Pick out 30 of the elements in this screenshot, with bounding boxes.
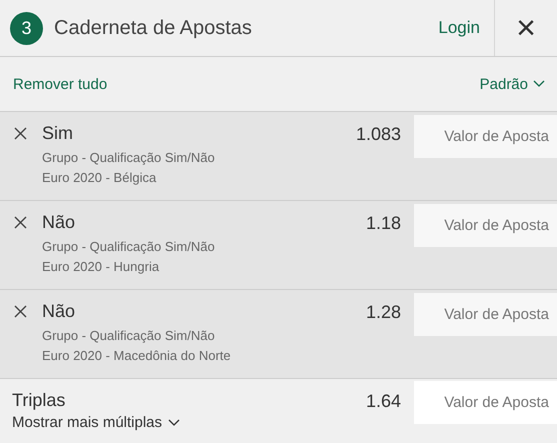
slip-title: Caderneta de Apostas bbox=[54, 16, 253, 40]
odds-value: 1.083 bbox=[356, 124, 401, 145]
selection-name: Sim bbox=[42, 123, 74, 144]
close-button[interactable]: × bbox=[516, 11, 536, 45]
sort-dropdown[interactable]: Padrão bbox=[480, 76, 545, 92]
odds-value: 1.64 bbox=[366, 391, 401, 412]
remove-icon[interactable] bbox=[14, 127, 27, 140]
chevron-down-icon bbox=[168, 418, 180, 426]
event-name: Euro 2020 - Bélgica bbox=[42, 169, 158, 187]
event-name: Euro 2020 - Hungria bbox=[42, 258, 160, 276]
remove-icon[interactable] bbox=[14, 216, 27, 229]
odds-value: 1.18 bbox=[366, 213, 401, 234]
show-more-link[interactable]: Mostrar mais múltiplas bbox=[12, 414, 366, 431]
selection-name: Não bbox=[42, 212, 76, 233]
odds-value: 1.28 bbox=[366, 302, 401, 323]
stake-input[interactable]: Valor de Aposta bbox=[414, 204, 557, 247]
remove-all-link[interactable]: Remover tudo bbox=[13, 76, 108, 92]
market-name: Grupo - Qualificação Sim/Não bbox=[42, 238, 216, 256]
count-badge: 3 bbox=[10, 12, 43, 44]
multiple-name: Triplas bbox=[12, 390, 66, 411]
stake-input[interactable]: Valor de Aposta bbox=[414, 115, 557, 158]
event-name: Euro 2020 - Macedônia do Norte bbox=[42, 347, 232, 365]
market-name: Grupo - Qualificação Sim/Não bbox=[42, 327, 216, 345]
chevron-down-icon bbox=[533, 80, 545, 88]
market-name: Grupo - Qualificação Sim/Não bbox=[42, 149, 216, 167]
selection-name: Não bbox=[42, 301, 76, 322]
stake-input[interactable]: Valor de Aposta bbox=[414, 381, 557, 424]
login-link[interactable]: Login bbox=[438, 18, 480, 38]
stake-input[interactable]: Valor de Aposta bbox=[414, 293, 557, 336]
remove-icon[interactable] bbox=[14, 305, 27, 318]
